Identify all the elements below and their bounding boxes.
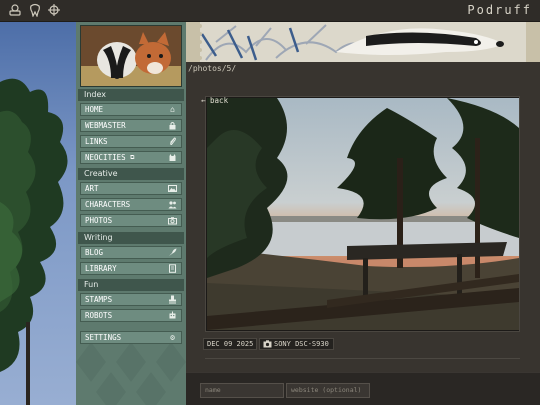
camera-model: SONY DSC-S930 (274, 340, 329, 348)
avatar-badger-fox (80, 25, 182, 87)
people-icon (168, 200, 177, 209)
home-icon: ⌂ (170, 105, 175, 114)
sidebar-item-label: BLOG (85, 248, 104, 257)
section-header-fun: Fun (78, 279, 184, 291)
camera-icon (263, 340, 272, 348)
external-link-icon: ⧉ (130, 154, 135, 161)
section-header-writing: Writing (78, 232, 184, 244)
section-header-creative: Creative (78, 168, 184, 180)
photo-date: DEC 09 2025 (203, 338, 258, 350)
sidebar-item-characters[interactable]: CHARACTERS (80, 198, 182, 211)
tooth-icon[interactable] (28, 3, 42, 17)
sidebar-item-robots[interactable]: ROBOTS (80, 309, 182, 322)
gear-icon: ⚙ (170, 333, 175, 342)
camera-icon (168, 216, 177, 225)
photo-camera: SONY DSC-S930 (259, 338, 334, 350)
back-link[interactable]: ← back (201, 95, 239, 106)
sidebar-item-art[interactable]: ART (80, 182, 182, 195)
divider (205, 358, 520, 359)
sidebar-item-home[interactable]: HOME ⌂ (80, 103, 182, 116)
tree-silhouette (0, 78, 68, 405)
sidebar-item-photos[interactable]: PHOTOS (80, 214, 182, 227)
lock-icon (168, 121, 177, 130)
photo-lake-sunset[interactable] (207, 98, 519, 330)
sidebar-item-label: HOME (85, 105, 104, 114)
sidebar-item-label: WEBMASTER (85, 121, 126, 130)
shapes-icon[interactable] (8, 3, 22, 17)
sidebar-item-links[interactable]: LINKS (80, 135, 182, 148)
settings-label: SETTINGS (85, 333, 122, 342)
header-banner-badger (186, 22, 540, 62)
settings-button[interactable]: SETTINGS ⚙ (80, 331, 182, 344)
photo-frame (205, 96, 520, 332)
comment-form: name website (optional) (186, 372, 540, 405)
sidebar: Index HOME ⌂ WEBMASTER LINKS NEOCITIES ⧉… (76, 22, 186, 405)
section-header-index: Index (78, 89, 184, 101)
quill-icon (168, 248, 177, 257)
sidebar-item-label: ART (85, 184, 99, 193)
crosshair-icon[interactable] (47, 3, 61, 17)
sidebar-item-label: ROBOTS (85, 311, 113, 320)
sidebar-item-stamps[interactable]: STAMPS (80, 293, 182, 306)
sidebar-item-label: LIBRARY (85, 264, 117, 273)
name-field[interactable]: name (200, 383, 284, 398)
book-icon (168, 264, 177, 273)
stamp-icon (168, 295, 177, 304)
site-title[interactable]: Podruff (467, 3, 532, 17)
sidebar-item-label: NEOCITIES (85, 153, 126, 162)
sidebar-item-webmaster[interactable]: WEBMASTER (80, 119, 182, 132)
sidebar-item-library[interactable]: LIBRARY (80, 262, 182, 275)
website-field[interactable]: website (optional) (286, 383, 370, 398)
sidebar-item-blog[interactable]: BLOG (80, 246, 182, 259)
sidebar-item-label: CHARACTERS (85, 200, 131, 209)
robot-icon (168, 311, 177, 320)
sidebar-item-label: LINKS (85, 137, 108, 146)
top-bar: Podruff (0, 0, 540, 22)
sidebar-item-label: STAMPS (85, 295, 113, 304)
main-content: /photos/5/ ← back DEC 09 2025 SONY DSC-S… (186, 62, 540, 405)
sidebar-item-label: PHOTOS (85, 216, 113, 225)
image-icon (168, 184, 177, 193)
paperclip-icon (168, 137, 177, 146)
cat-icon (168, 153, 177, 162)
sidebar-item-neocities[interactable]: NEOCITIES ⧉ (80, 151, 182, 164)
breadcrumb-path: /photos/5/ (188, 64, 237, 73)
background-sky (0, 22, 76, 405)
